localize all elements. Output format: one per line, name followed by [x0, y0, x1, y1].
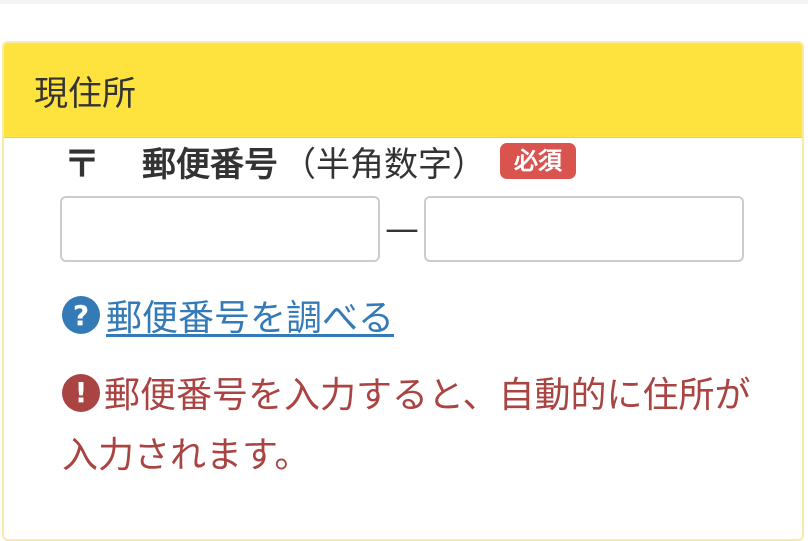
- question-circle-icon: ?: [62, 296, 100, 334]
- postal-code-inputs: —: [60, 196, 744, 262]
- postal-mark-icon: 〒: [64, 144, 101, 185]
- postal-code-label: 〒 郵便番号 （半角数字） 必須: [64, 136, 576, 186]
- required-badge: 必須: [500, 143, 576, 179]
- exclamation-circle-icon: !: [62, 374, 100, 412]
- postal-code-first-input[interactable]: [60, 196, 380, 262]
- panel-title: 現住所: [34, 73, 136, 114]
- panel-header: 現住所: [4, 43, 802, 138]
- top-strip: [0, 0, 808, 4]
- autofill-notice-text: 郵便番号を入力すると、自動的に住所が入力されます。: [62, 375, 751, 476]
- postal-code-second-input[interactable]: [424, 196, 744, 262]
- postal-lookup-link[interactable]: 郵便番号を調べる: [106, 289, 394, 341]
- postal-separator: —: [385, 209, 419, 249]
- postal-lookup-help: ? 郵便番号を調べる: [62, 290, 394, 340]
- postal-sublabel-text: （半角数字）: [282, 144, 486, 185]
- autofill-notice: ! 郵便番号を入力すると、自動的に住所が入力されます。: [62, 366, 762, 486]
- postal-label-text: 郵便番号: [142, 144, 278, 185]
